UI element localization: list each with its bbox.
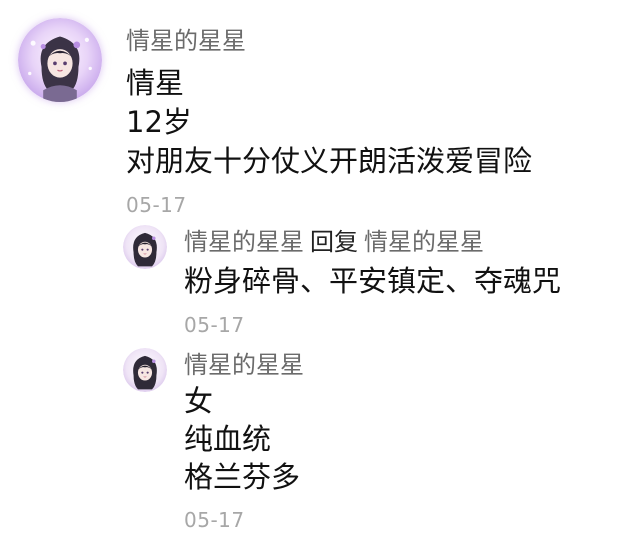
reply-header: 情星的星星 回复 情星的星星	[184, 225, 561, 259]
comment-text-line: 情星	[126, 66, 185, 100]
reply-text-line: 粉身碎骨、平安镇定、夺魂咒	[184, 264, 562, 298]
comment-text-line: 对朋友十分仗义开朗活泼爱冒险	[126, 144, 533, 178]
reply-item: 情星的星星 女 纯血统 格兰芬多 05-17	[0, 340, 640, 532]
reply-keyword: 回复	[310, 228, 358, 256]
reply-to-user[interactable]: 情星的星星	[364, 228, 484, 256]
anime-girl-avatar-icon	[123, 348, 167, 392]
reply-author[interactable]: 情星的星星	[184, 228, 304, 256]
avatar[interactable]	[123, 348, 167, 392]
reply-date: 05-17	[184, 313, 245, 337]
comment-date: 05-17	[126, 193, 187, 217]
reply-text-line: 女	[184, 384, 214, 418]
reply-text-line: 纯血统	[184, 422, 272, 456]
comment-text-line: 12岁	[126, 105, 192, 139]
reply-date: 05-17	[184, 508, 245, 532]
anime-girl-avatar-icon	[123, 225, 167, 269]
comment-author[interactable]: 情星的星星	[126, 24, 532, 58]
avatar[interactable]	[123, 225, 167, 269]
avatar[interactable]	[18, 18, 102, 102]
reply-author[interactable]: 情星的星星	[184, 348, 304, 382]
anime-girl-avatar-icon	[18, 18, 102, 102]
comment-item: 情星的星星 情星 12岁 对朋友十分仗义开朗活泼爱冒险 05-17	[0, 0, 640, 217]
reply-item: 情星的星星 回复 情星的星星 粉身碎骨、平安镇定、夺魂咒 05-17	[0, 220, 640, 337]
reply-text-line: 格兰芬多	[184, 460, 301, 494]
